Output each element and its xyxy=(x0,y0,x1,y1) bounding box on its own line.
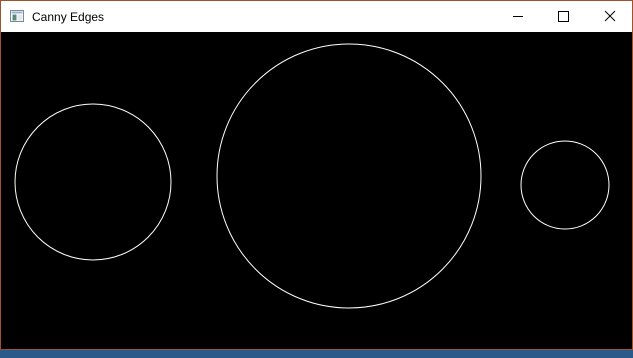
edge-image xyxy=(1,32,632,349)
edge-image-canvas xyxy=(1,32,632,349)
window: Canny Edges xyxy=(0,0,633,350)
maximize-button[interactable] xyxy=(541,1,587,32)
image-background xyxy=(1,32,632,349)
title-bar[interactable]: Canny Edges xyxy=(1,1,632,32)
minimize-button[interactable] xyxy=(495,1,541,32)
window-title: Canny Edges xyxy=(32,10,105,24)
close-button[interactable] xyxy=(587,1,633,32)
window-app-icon xyxy=(10,10,24,22)
